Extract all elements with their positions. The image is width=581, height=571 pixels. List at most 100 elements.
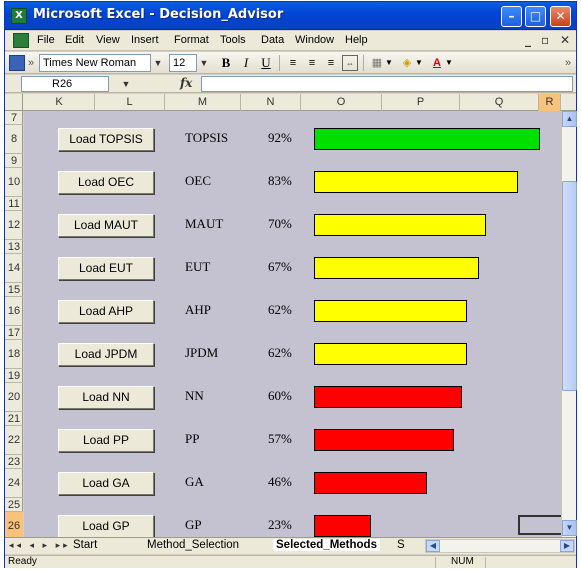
row-header-16[interactable]: 16 [5, 297, 23, 326]
menu-edit[interactable]: Edit [65, 34, 84, 46]
toolbar-options-icon[interactable]: » [563, 55, 573, 71]
formula-input[interactable] [201, 76, 573, 92]
method-pct-maut: 70% [268, 216, 292, 231]
vertical-scroll-thumb[interactable] [562, 181, 577, 391]
scroll-up-icon[interactable]: ▲ [562, 111, 577, 127]
menu-file[interactable]: File [37, 34, 55, 46]
row-header-23[interactable]: 23 [5, 455, 23, 469]
workbook-icon[interactable] [13, 33, 29, 48]
menu-view[interactable]: View [96, 34, 120, 46]
bold-button[interactable]: B [218, 55, 234, 71]
column-header-n[interactable]: N [241, 94, 301, 111]
row-header-10[interactable]: 10 [5, 168, 23, 197]
row-header-15[interactable]: 15 [5, 283, 23, 297]
load-eut-button[interactable]: Load EUT [58, 257, 154, 280]
underline-button[interactable]: U [258, 55, 274, 71]
score-bar-ahp [314, 300, 467, 322]
row-header-13[interactable]: 13 [5, 240, 23, 254]
load-jpdm-button[interactable]: Load JPDM [58, 343, 154, 366]
maximize-button[interactable]: □ [525, 6, 546, 27]
name-box[interactable]: R26 [21, 76, 109, 92]
column-header-p[interactable]: P [382, 94, 460, 111]
row-header-14[interactable]: 14 [5, 254, 23, 283]
load-gp-button[interactable]: Load GP [58, 515, 154, 537]
column-header-r[interactable]: R [539, 94, 561, 111]
toolbar-overflow-icon[interactable]: » [27, 55, 35, 71]
font-name-dropdown-icon[interactable]: ▼ [151, 54, 165, 72]
scroll-down-icon[interactable]: ▼ [562, 520, 577, 536]
menu-tools[interactable]: Tools [220, 34, 246, 46]
column-header-q[interactable]: Q [460, 94, 539, 111]
load-nn-button[interactable]: Load NN [58, 386, 154, 409]
font-color-icon[interactable]: A [429, 55, 445, 71]
menu-insert[interactable]: Insert [131, 34, 159, 46]
load-oec-button[interactable]: Load OEC [58, 171, 154, 194]
excel-icon[interactable]: X [11, 8, 27, 24]
row-header-19[interactable]: 19 [5, 369, 23, 383]
align-right-icon[interactable]: ≡ [323, 55, 339, 71]
scroll-left-icon[interactable]: ◀ [426, 540, 440, 552]
sheet-tab-start[interactable]: Start [73, 539, 97, 551]
row-header-9[interactable]: 9 [5, 154, 23, 168]
row-header-24[interactable]: 24 [5, 469, 23, 498]
score-bar-nn [314, 386, 462, 408]
row-header-7[interactable]: 7 [5, 111, 23, 125]
close-button[interactable]: ✕ [550, 6, 571, 27]
merge-center-icon[interactable]: ⇔ [342, 55, 358, 71]
sheet-tab-selected-methods[interactable]: Selected_Methods [273, 539, 380, 551]
column-header-m[interactable]: M [165, 94, 241, 111]
select-all-corner[interactable] [5, 94, 23, 111]
minimize-button[interactable]: – [501, 6, 522, 27]
method-name-gp: GP [185, 517, 202, 532]
method-pct-gp: 23% [268, 517, 292, 532]
doc-restore-icon[interactable]: ▫ [541, 33, 549, 47]
doc-minimize-icon[interactable]: _ [525, 33, 531, 47]
menu-help[interactable]: Help [345, 34, 368, 46]
column-header-o[interactable]: O [301, 94, 382, 111]
load-topsis-button[interactable]: Load TOPSIS [58, 128, 154, 151]
sheet-tab-method-selection[interactable]: Method_Selection [147, 539, 239, 551]
column-header-l[interactable]: L [95, 94, 165, 111]
load-pp-button[interactable]: Load PP [58, 429, 154, 452]
italic-button[interactable]: I [238, 55, 254, 71]
load-ahp-button[interactable]: Load AHP [58, 300, 154, 323]
row-header-17[interactable]: 17 [5, 326, 23, 340]
row-header-8[interactable]: 8 [5, 125, 23, 154]
font-size-box[interactable]: 12 [169, 54, 197, 72]
fill-color-icon[interactable]: ◈ [399, 55, 415, 71]
font-size-dropdown-icon[interactable]: ▼ [197, 54, 211, 72]
score-bar-ga [314, 472, 427, 494]
row-header-22[interactable]: 22 [5, 426, 23, 455]
menu-window[interactable]: Window [295, 34, 334, 46]
font-name-box[interactable]: Times New Roman [39, 54, 151, 72]
align-left-icon[interactable]: ≡ [285, 55, 301, 71]
vertical-scrollbar[interactable]: ▲ ▼ [561, 111, 577, 537]
row-header-25[interactable]: 25 [5, 498, 23, 512]
align-center-icon[interactable]: ≡ [304, 55, 320, 71]
sheet-tab-bar: ◂◂ ◂ ▸ ▸▸ Start Method_Selection Selecte… [5, 537, 576, 554]
fill-color-dropdown-icon[interactable]: ▼ [415, 55, 423, 71]
menu-format[interactable]: Format [174, 34, 209, 46]
column-header-k[interactable]: K [24, 94, 95, 111]
load-maut-button[interactable]: Load MAUT [58, 214, 154, 237]
borders-dropdown-icon[interactable]: ▼ [385, 55, 393, 71]
doc-close-icon[interactable]: ✕ [560, 33, 570, 47]
row-header-20[interactable]: 20 [5, 383, 23, 412]
active-cell-r26[interactable] [518, 515, 561, 535]
sheet-tab-s[interactable]: S [397, 539, 405, 551]
row-header-18[interactable]: 18 [5, 340, 23, 369]
borders-icon[interactable]: ▦ [369, 55, 385, 71]
scroll-right-icon[interactable]: ▶ [560, 540, 574, 552]
row-header-11[interactable]: 11 [5, 197, 23, 211]
sheet-nav-arrows-icon[interactable]: ◂◂ ◂ ▸ ▸▸ [9, 540, 71, 551]
menu-data[interactable]: Data [261, 34, 284, 46]
save-icon[interactable] [9, 55, 25, 71]
name-box-dropdown-icon[interactable]: ▼ [119, 75, 133, 93]
load-ga-button[interactable]: Load GA [58, 472, 154, 495]
horizontal-scrollbar[interactable]: ◀ ▶ [425, 539, 575, 553]
row-header-12[interactable]: 12 [5, 211, 23, 240]
row-header-21[interactable]: 21 [5, 412, 23, 426]
font-color-dropdown-icon[interactable]: ▼ [445, 55, 453, 71]
worksheet-area[interactable]: Load TOPSIS TOPSIS 92% Load OEC OEC 83% Load M… [24, 111, 561, 537]
fx-icon[interactable]: fx [180, 76, 192, 90]
